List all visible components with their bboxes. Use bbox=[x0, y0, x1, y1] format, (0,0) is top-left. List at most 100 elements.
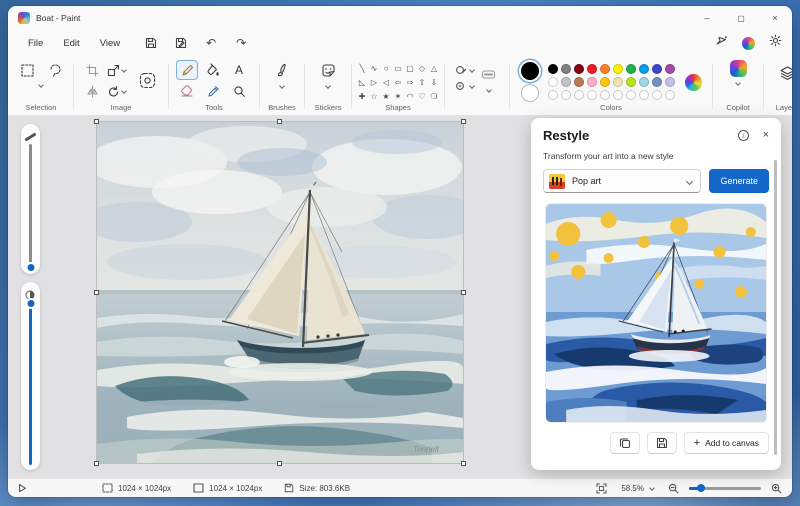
menu-edit[interactable]: Edit bbox=[53, 35, 89, 52]
palette-color-swatch[interactable] bbox=[600, 64, 610, 74]
palette-color-swatch[interactable] bbox=[574, 64, 584, 74]
selection-handle-ne[interactable] bbox=[461, 119, 466, 124]
magnifier-tool-icon[interactable] bbox=[228, 81, 250, 101]
palette-empty-slot[interactable] bbox=[587, 90, 597, 100]
selection-handle-sw[interactable] bbox=[94, 461, 99, 466]
undo-icon[interactable]: ↶ bbox=[204, 36, 218, 50]
shape-triangle-left[interactable]: ◁ bbox=[381, 76, 392, 89]
palette-color-swatch[interactable] bbox=[639, 64, 649, 74]
shape-heart[interactable]: ♡ bbox=[417, 90, 428, 103]
shape-line[interactable]: ╲ bbox=[357, 62, 368, 75]
palette-color-swatch[interactable] bbox=[665, 77, 675, 87]
shape-arrow-right[interactable]: ⇨ bbox=[405, 76, 416, 89]
eraser-tool-icon[interactable] bbox=[176, 81, 198, 101]
resize-icon[interactable] bbox=[106, 60, 128, 80]
copy-result-button[interactable] bbox=[609, 432, 640, 454]
shape-right-triangle[interactable]: ◺ bbox=[357, 76, 368, 89]
canvas[interactable]: Tonnell bbox=[94, 119, 466, 466]
selection-handle-nw[interactable] bbox=[94, 119, 99, 124]
shape-arc[interactable]: ◠ bbox=[405, 90, 416, 103]
shape-oval[interactable]: ○ bbox=[381, 62, 392, 75]
crop-icon[interactable] bbox=[82, 60, 104, 80]
palette-empty-slot[interactable] bbox=[561, 90, 571, 100]
palette-empty-slot[interactable] bbox=[652, 90, 662, 100]
zoom-slider[interactable] bbox=[689, 484, 761, 492]
shape-outline-dropdown[interactable] bbox=[455, 64, 475, 76]
stroke-size-icon[interactable] bbox=[478, 65, 500, 85]
restyle-close-icon[interactable]: × bbox=[763, 130, 769, 141]
shape-curve[interactable]: ∿ bbox=[369, 62, 380, 75]
save-as-icon[interactable] bbox=[174, 36, 188, 50]
palette-color-swatch[interactable] bbox=[652, 77, 662, 87]
color1-swatch[interactable] bbox=[520, 62, 539, 80]
selection-handle-n[interactable] bbox=[277, 119, 282, 124]
add-to-canvas-button[interactable]: + Add to canvas bbox=[683, 432, 769, 454]
redo-icon[interactable]: ↷ bbox=[234, 36, 248, 50]
selection-handle-s[interactable] bbox=[277, 461, 282, 466]
zoom-in-icon[interactable] bbox=[771, 483, 782, 494]
palette-color-swatch[interactable] bbox=[600, 77, 610, 87]
minimize-button[interactable]: – bbox=[690, 6, 724, 30]
palette-color-swatch[interactable] bbox=[613, 77, 623, 87]
shape-arrow-up[interactable]: ⇧ bbox=[417, 76, 428, 89]
flip-icon[interactable] bbox=[82, 81, 104, 101]
close-button[interactable]: × bbox=[758, 6, 792, 30]
palette-empty-slot[interactable] bbox=[600, 90, 610, 100]
shape-cross[interactable]: ✚ bbox=[357, 90, 368, 103]
edit-colors-wheel-icon[interactable] bbox=[684, 73, 702, 91]
palette-empty-slot[interactable] bbox=[574, 90, 584, 100]
rectangle-select-icon[interactable] bbox=[16, 60, 38, 80]
copilot-dropdown-chevron[interactable] bbox=[735, 80, 741, 86]
titlebar[interactable]: Boat - Paint – ▢ × bbox=[8, 6, 792, 30]
shape-rounded-rectangle[interactable]: ▢ bbox=[405, 62, 416, 75]
settings-gear-icon[interactable] bbox=[769, 34, 782, 52]
stickers-dropdown-chevron[interactable] bbox=[325, 83, 331, 89]
thickness-slider[interactable] bbox=[27, 144, 34, 271]
free-form-select-icon[interactable] bbox=[44, 60, 66, 80]
shape-triangle-right[interactable]: ▷ bbox=[369, 76, 380, 89]
brushes-icon[interactable] bbox=[271, 60, 293, 80]
text-tool-icon[interactable]: A bbox=[228, 60, 250, 80]
menu-view[interactable]: View bbox=[90, 35, 130, 52]
share-icon[interactable] bbox=[715, 34, 728, 52]
selection-handle-e[interactable] bbox=[461, 290, 466, 295]
palette-color-swatch[interactable] bbox=[561, 64, 571, 74]
palette-color-swatch[interactable] bbox=[561, 77, 571, 87]
opacity-slider-thumb[interactable] bbox=[27, 300, 34, 307]
restyle-scrollbar[interactable] bbox=[774, 160, 777, 455]
fill-tool-icon[interactable] bbox=[202, 60, 224, 80]
shape-five-point-star[interactable]: ★ bbox=[381, 90, 392, 103]
pencil-tool-icon[interactable] bbox=[176, 60, 198, 80]
shape-arrow-left[interactable]: ⇦ bbox=[393, 76, 404, 89]
menu-file[interactable]: File bbox=[18, 35, 53, 52]
opacity-slider[interactable] bbox=[27, 300, 34, 465]
palette-empty-slot[interactable] bbox=[665, 90, 675, 100]
shape-triangle[interactable]: △ bbox=[429, 62, 440, 75]
palette-empty-slot[interactable] bbox=[613, 90, 623, 100]
shape-diamond[interactable]: ◇ bbox=[417, 62, 428, 75]
palette-empty-slot[interactable] bbox=[548, 90, 558, 100]
palette-empty-slot[interactable] bbox=[626, 90, 636, 100]
style-select-dropdown[interactable]: Pop art bbox=[543, 169, 702, 193]
zoom-slider-thumb[interactable] bbox=[697, 484, 705, 492]
layers-icon[interactable] bbox=[776, 60, 792, 86]
palette-color-swatch[interactable] bbox=[626, 77, 636, 87]
thickness-slider-thumb[interactable] bbox=[27, 264, 34, 271]
color-picker-tool-icon[interactable] bbox=[202, 81, 224, 101]
shape-fill-dropdown[interactable] bbox=[455, 80, 475, 92]
palette-color-swatch[interactable] bbox=[665, 64, 675, 74]
palette-color-swatch[interactable] bbox=[574, 77, 584, 87]
shape-rectangle[interactable]: ▭ bbox=[393, 62, 404, 75]
palette-color-swatch[interactable] bbox=[548, 64, 558, 74]
shape-arrow-down[interactable]: ⇩ bbox=[429, 76, 440, 89]
shape-four-point-star[interactable]: ☆ bbox=[369, 90, 380, 103]
rotate-icon[interactable] bbox=[106, 81, 128, 101]
save-result-button[interactable] bbox=[646, 432, 677, 454]
stickers-icon[interactable] bbox=[317, 60, 339, 80]
copilot-icon[interactable] bbox=[729, 60, 747, 77]
fit-to-screen-icon[interactable] bbox=[596, 482, 607, 494]
shape-callout[interactable]: ❍ bbox=[429, 90, 440, 103]
brushes-dropdown-chevron[interactable] bbox=[279, 83, 285, 89]
palette-color-swatch[interactable] bbox=[639, 77, 649, 87]
zoom-level-dropdown[interactable]: 58.5% bbox=[617, 482, 658, 495]
